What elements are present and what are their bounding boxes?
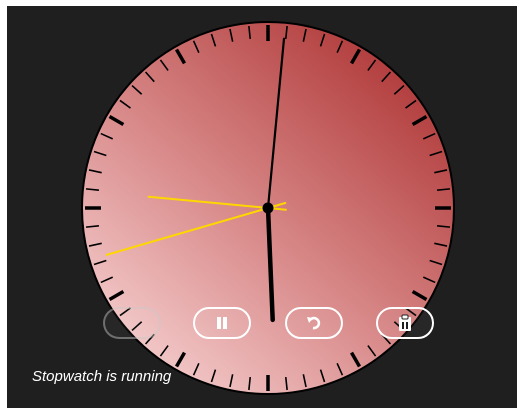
stopwatch-window: Stopwatch is running	[7, 6, 517, 408]
clock-face	[81, 21, 455, 395]
start-button[interactable]	[103, 307, 161, 339]
lap-button[interactable]	[376, 307, 434, 339]
clipboard-icon	[399, 314, 411, 331]
play-icon	[125, 316, 139, 330]
center-pin	[262, 202, 274, 214]
reset-icon	[307, 316, 321, 330]
reset-button[interactable]	[285, 307, 343, 339]
status-text: Stopwatch is running	[32, 368, 172, 385]
pause-icon	[217, 317, 227, 329]
pause-button[interactable]	[193, 307, 251, 339]
